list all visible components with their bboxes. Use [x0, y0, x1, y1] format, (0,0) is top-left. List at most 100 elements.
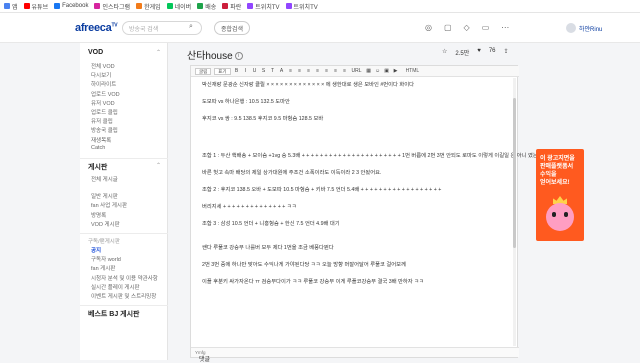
html-toggle-button[interactable]: HTML: [406, 68, 420, 74]
bookmark-item[interactable]: 트위치TV: [285, 2, 318, 11]
bookmarks-bar: 앱 유튜브 Facebook 인스타그램 한게임 네이버 배송 파란 트위치TV 트위치TV: [0, 0, 640, 13]
toolbar-button[interactable]: ≡: [297, 68, 303, 75]
editor-scrollbar[interactable]: [513, 78, 516, 346]
afreecatv-logo[interactable]: afreecaTV: [75, 22, 118, 34]
sidebar-item[interactable]: VOD 게시판: [91, 220, 120, 228]
sidebar-item[interactable]: 유저 클립: [91, 117, 113, 125]
font-select[interactable]: 굴림: [195, 67, 212, 75]
bookmark-label: 네이버: [174, 4, 192, 11]
video-icon[interactable]: ▭: [482, 23, 490, 32]
search-icon[interactable]: ⌕: [189, 23, 193, 31]
bookmark-favicon-icon: [136, 3, 143, 9]
sidebar-item[interactable]: 공지: [91, 246, 101, 254]
editor-toolbar: 굴림 표기 B I U S T A ≡ ≡ ≡ ≡ ≡ ≡ ≡ URL ▦ ☺ ▣ ▶ HTML: [191, 66, 519, 77]
bookmark-favicon-icon: [222, 3, 229, 9]
user-name: 하얀Rinu: [579, 26, 603, 33]
content-line: 버리지세 + + + + + + + + + + + + + + ㅋㅋ: [202, 204, 297, 210]
toolbar-button[interactable]: ≡: [306, 68, 312, 75]
sidebar-item[interactable]: 구독자 world: [91, 255, 121, 263]
toolbar-button[interactable]: T: [270, 68, 276, 75]
sidebar-section-title[interactable]: 구독/팬게시판: [88, 237, 120, 245]
sidebar-item[interactable]: Catch: [91, 145, 105, 151]
bookmark-item[interactable]: 인스타그램: [94, 2, 130, 11]
toolbar-button[interactable]: ▦: [366, 68, 372, 75]
bookmark-favicon-icon: [197, 3, 204, 9]
share-icon[interactable]: ⇪: [504, 48, 509, 57]
sidebar: VOD ⌃ 전체 VOD 다시보기 하이라이트업로드 VOD 유저 VOD 업로드 클립 유저…: [80, 43, 168, 360]
toolbar-button[interactable]: ≡: [324, 68, 330, 75]
sidebar-item[interactable]: 하이라이트: [91, 80, 116, 88]
toolbar-button[interactable]: I: [243, 68, 249, 75]
bookmark-item[interactable]: 트위치TV: [247, 2, 280, 11]
sidebar-section-title[interactable]: VOD: [88, 49, 103, 56]
sidebar-item[interactable]: 방명록: [91, 211, 106, 219]
site-header: afreecaTV 방송국 검색 ⌕ 종합검색 ◎ ▢ ◇ ▭ ⋯ 하얀Rinu: [0, 13, 640, 43]
content-line: 조합 3 : 삼성 10.5 언더 + 니홍헝슴 + 한신 7.5 언더 4.9…: [202, 221, 340, 227]
toolbar-button[interactable]: U: [252, 68, 258, 75]
post-editor[interactable]: 굴림 표기 B I U S T A ≡ ≡ ≡ ≡ ≡ ≡ ≡ URL ▦ ☺ ▣ ▶ HTML 박신재랑 문광순 …: [190, 65, 543, 358]
bookmark-favicon-icon: [285, 3, 292, 9]
sidebar-item[interactable]: 유저 VOD: [91, 99, 115, 107]
sidebar-section-title[interactable]: 게시판: [88, 162, 107, 172]
user-profile[interactable]: 하얀Rinu: [566, 23, 602, 33]
toolbar-button[interactable]: ≡: [333, 68, 339, 75]
ad-text: 이 광고지면을 판매플랫폼서 수익을 얻어보세요!: [540, 155, 582, 187]
sidebar-item[interactable]: 재생목록: [91, 136, 111, 144]
total-search-button[interactable]: 종합검색: [214, 21, 251, 35]
bookmark-item[interactable]: Facebook: [54, 3, 88, 9]
content-line: 쌘다 루풀코 강승부 나를버 모두 제다 1번을 조금 베풍다뛴다: [202, 245, 334, 251]
toolbar-button[interactable]: ▶: [393, 68, 399, 75]
bookmark-item[interactable]: 네이버: [166, 2, 192, 11]
info-icon[interactable]: i: [234, 52, 243, 61]
sidebar-item[interactable]: 실시간 플레이 게시판: [91, 283, 140, 291]
bookmark-label: 트위치TV: [255, 4, 280, 11]
bookmark-item[interactable]: 앱: [4, 2, 18, 11]
toolbar-button[interactable]: A: [279, 68, 285, 75]
toolbar-button[interactable]: ☺: [375, 68, 381, 75]
toolbar-button[interactable]: ▣: [384, 68, 390, 75]
sidebar-item[interactable]: fan 게시판: [91, 264, 115, 272]
views-count: 2.5만: [455, 51, 470, 57]
chevron-up-icon[interactable]: ⌃: [156, 162, 161, 169]
sidebar-item[interactable]: 일반 게시판: [91, 192, 118, 200]
editor-content[interactable]: 박신재랑 문광순 신자랑 클릴 × × × × × × × × × × × × …: [202, 80, 543, 344]
bookmark-item[interactable]: 유튜브: [23, 2, 48, 11]
bookmark-item[interactable]: 한게임: [136, 2, 161, 11]
notification-icon[interactable]: ◇: [464, 23, 470, 32]
editor-statusbar: Ymfg: [191, 347, 519, 357]
sidebar-item[interactable]: 시청자 분석 및 이용 약관사항: [91, 274, 158, 282]
sidebar-item[interactable]: 업로드 클립: [91, 108, 118, 116]
toolbar-button[interactable]: URL: [351, 68, 363, 75]
bookmark-favicon-icon: [23, 3, 30, 9]
toolbar-button[interactable]: B: [234, 68, 240, 75]
ad-banner[interactable]: 이 광고지면을 판매플랫폼서 수익을 얻어보세요!: [536, 149, 584, 241]
bookmark-label: 트위치TV: [293, 4, 318, 11]
store-icon[interactable]: ▢: [444, 23, 452, 32]
sidebar-item[interactable]: 다시보기: [91, 71, 111, 79]
toolbar-button[interactable]: ≡: [315, 68, 321, 75]
sidebar-item[interactable]: 방송국 클립: [91, 126, 118, 134]
sidebar-section-title[interactable]: 베스트 BJ 게시판: [88, 309, 139, 319]
heart-icon[interactable]: ♥: [477, 48, 481, 57]
toolbar-button[interactable]: ≡: [342, 68, 348, 75]
sidebar-item[interactable]: 전체 VOD: [91, 62, 115, 70]
sidebar-divider: [80, 158, 168, 159]
bookmark-favicon-icon: [94, 3, 101, 9]
sidebar-item[interactable]: fan 사업 게시판: [91, 201, 127, 209]
toolbar-button[interactable]: ≡: [288, 68, 294, 75]
sidebar-item[interactable]: 전체 게시글: [91, 175, 118, 183]
more-icon[interactable]: ⋯: [501, 23, 509, 32]
bookmark-label: 한게임: [144, 4, 161, 11]
sidebar-item[interactable]: 업로드 VOD: [91, 90, 120, 98]
bookmark-item[interactable]: 배송: [197, 2, 216, 11]
bookmark-item[interactable]: 파란: [222, 2, 241, 11]
size-select[interactable]: 표기: [214, 67, 231, 75]
content-line: 2번 3번 중에 하나만 맞아도 수익나게 가야된다당 ㅋㅋ 오늘 방향 머잘어…: [202, 262, 406, 268]
chevron-up-icon[interactable]: ⌃: [156, 49, 161, 56]
scroll-thumb[interactable]: [513, 98, 516, 248]
broadcast-icon[interactable]: ◎: [425, 23, 432, 32]
page-title: 산타house i: [187, 47, 243, 62]
header-icons: ◎ ▢ ◇ ▭ ⋯: [425, 23, 509, 32]
toolbar-button[interactable]: S: [261, 68, 267, 75]
sidebar-item[interactable]: 이벤트 게시판 및 스트리밍창: [91, 292, 156, 300]
